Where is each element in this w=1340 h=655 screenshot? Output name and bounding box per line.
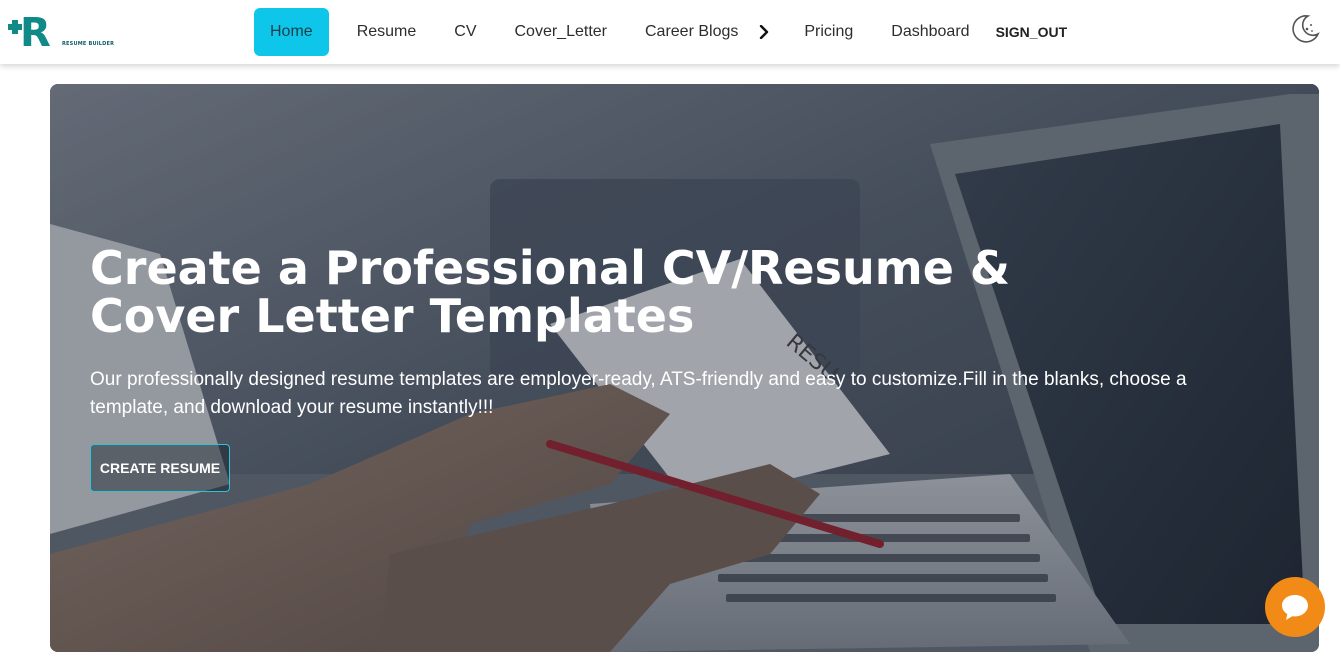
nav-resume[interactable]: Resume [341, 8, 433, 56]
chat-widget-button[interactable] [1265, 577, 1325, 637]
hero-title: Create a Professional CV/Resume & Cover … [90, 241, 1011, 343]
sign-out-button[interactable]: SIGN_OUT [986, 8, 1078, 56]
nav-career-blogs[interactable]: Career Blogs [629, 8, 744, 56]
nav-cover-letter[interactable]: Cover_Letter [499, 8, 624, 56]
nav-cv[interactable]: CV [438, 8, 492, 56]
hero-banner: RESU Create a Professional CV/Resume & C… [50, 84, 1319, 652]
brand-logo[interactable]: R RESUME BUILDER [8, 10, 114, 56]
create-resume-button[interactable]: CREATE RESUME [90, 444, 230, 492]
logo-caption: RESUME BUILDER [62, 41, 115, 47]
hero-subtitle: Our professionally designed resume templ… [90, 369, 1187, 418]
svg-text:R: R [20, 10, 51, 52]
top-navbar: R RESUME BUILDER Home Resume CV Cover_Le… [0, 0, 1340, 64]
nav-home[interactable]: Home [254, 8, 329, 56]
moon-icon[interactable] [1288, 12, 1322, 46]
chevron-right-icon[interactable] [750, 8, 778, 56]
main-nav: Home Resume CV Cover_Letter Career Blogs… [254, 8, 1077, 56]
nav-dashboard[interactable]: Dashboard [875, 8, 985, 56]
nav-pricing[interactable]: Pricing [788, 8, 869, 56]
chat-bubble-icon [1282, 595, 1308, 620]
